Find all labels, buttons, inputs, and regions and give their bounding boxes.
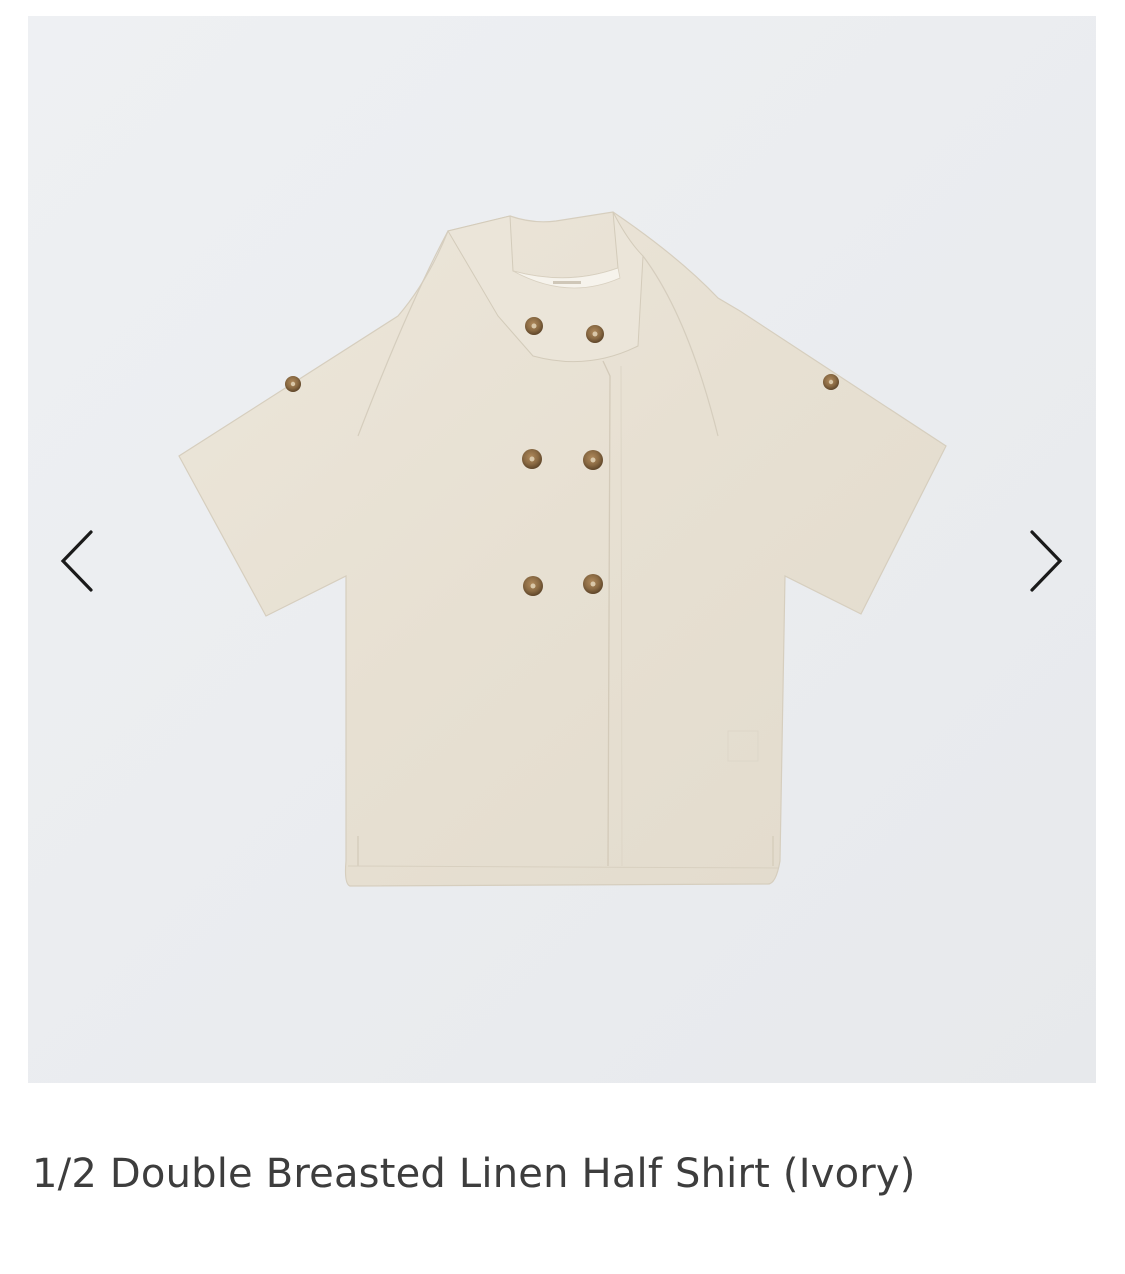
- chevron-left-icon: [60, 530, 93, 592]
- product-page: 1/2 Double Breasted Linen Half Shirt (Iv…: [0, 0, 1125, 1274]
- previous-image-button[interactable]: [48, 521, 108, 601]
- next-image-button[interactable]: [1015, 521, 1075, 601]
- product-image: [178, 211, 947, 887]
- product-image-gallery[interactable]: [28, 16, 1096, 1083]
- product-title: 1/2 Double Breasted Linen Half Shirt (Iv…: [32, 1151, 916, 1197]
- chevron-right-icon: [1030, 530, 1063, 592]
